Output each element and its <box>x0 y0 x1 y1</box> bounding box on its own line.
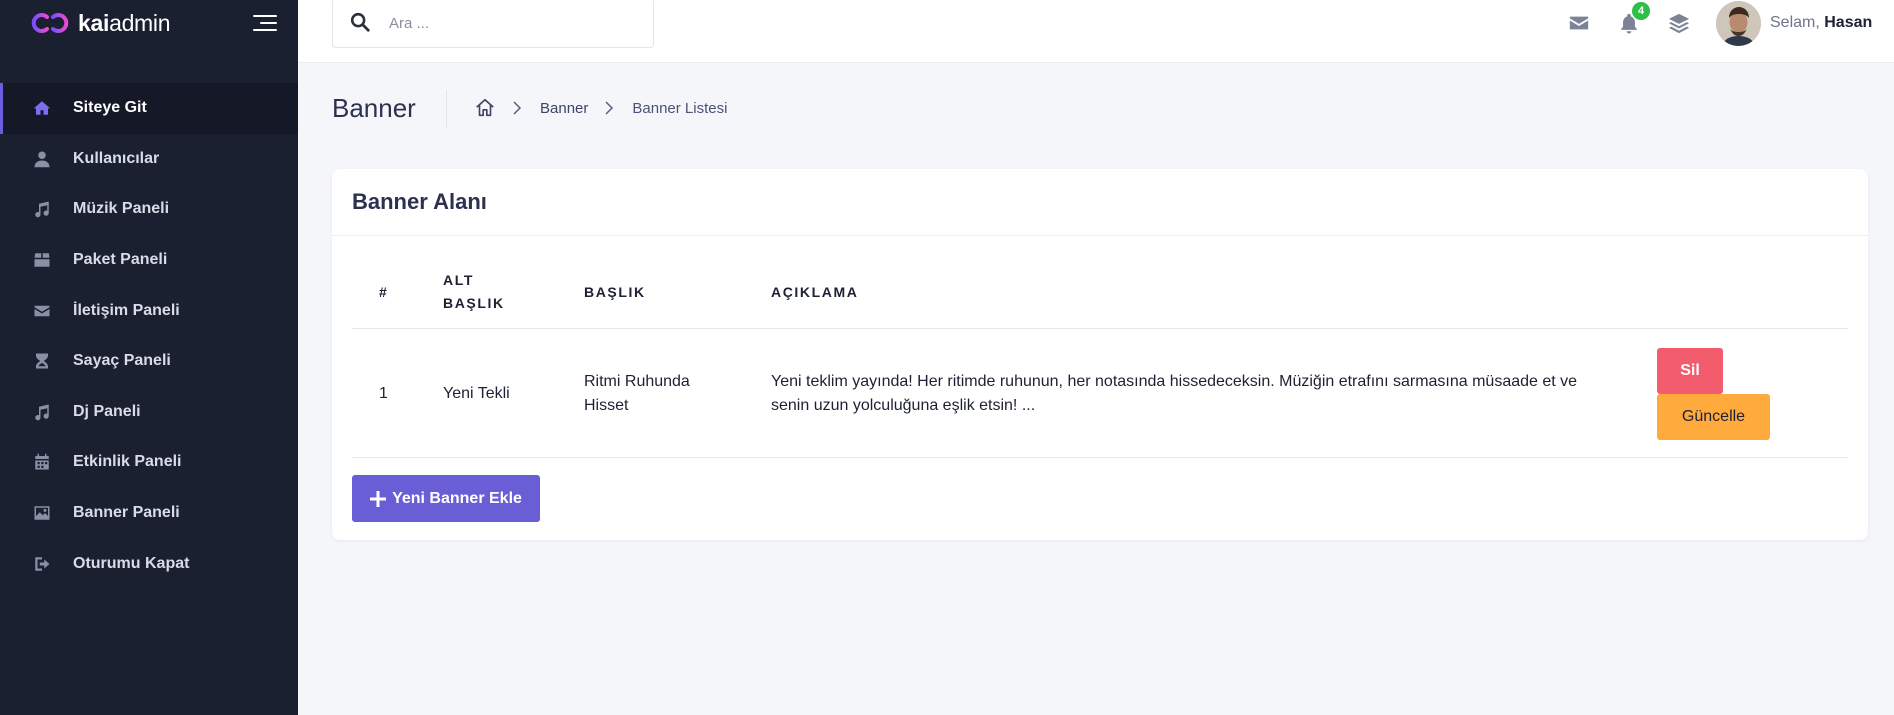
sidebar-item-label: Kullanıcılar <box>73 149 160 167</box>
calendar-icon <box>32 452 52 472</box>
hourglass-icon <box>32 351 52 371</box>
sidebar-item-sayac-paneli[interactable]: Sayaç Paneli <box>0 336 298 387</box>
sidebar-item-siteye-git[interactable]: Siteye Git <box>0 83 298 134</box>
chevron-right-icon <box>605 101 614 115</box>
sidebar-item-label: Dj Paneli <box>73 402 141 420</box>
home-icon <box>32 98 52 118</box>
sign-out-icon <box>32 554 52 574</box>
sidebar-item-kullanicilar[interactable]: Kullanıcılar <box>0 134 298 185</box>
title-divider <box>446 90 447 128</box>
delete-button[interactable]: Sil <box>1657 348 1723 394</box>
music-icon <box>32 402 52 422</box>
sidebar-item-label: Siteye Git <box>73 99 147 117</box>
breadcrumb-banner-listesi: Banner Listesi <box>632 99 728 117</box>
card-divider <box>332 235 1868 236</box>
sidebar-item-paket-paneli[interactable]: Paket Paneli <box>0 235 298 286</box>
search-icon[interactable] <box>349 11 371 33</box>
update-button[interactable]: Güncelle <box>1657 394 1770 440</box>
image-icon <box>32 503 52 523</box>
sidebar-item-oturumu-kapat[interactable]: Oturumu Kapat <box>0 538 298 589</box>
sidebar-item-label: Etkinlik Paneli <box>73 453 182 471</box>
menu-toggle-icon[interactable] <box>253 15 277 31</box>
layers-icon[interactable] <box>1668 12 1690 34</box>
sidebar-item-label: Sayaç Paneli <box>73 352 171 370</box>
chevron-right-icon <box>513 101 522 115</box>
notification-badge: 4 <box>1632 2 1650 20</box>
home-outline-icon[interactable] <box>474 97 496 119</box>
breadcrumb-banner[interactable]: Banner <box>540 100 588 117</box>
avatar[interactable] <box>1716 1 1761 46</box>
user-greeting[interactable]: Selam, Hasan <box>1770 14 1872 32</box>
logo[interactable]: kaiadmin <box>28 9 171 36</box>
column-header-description: AÇIKLAMA <box>771 284 859 300</box>
sidebar-item-label: İletişim Paneli <box>73 301 180 319</box>
row-description: Yeni teklim yayında! Her ritimde ruhunun… <box>771 373 1578 414</box>
search-box <box>332 0 654 48</box>
sidebar-nav: Siteye Git Kullanıcılar Müzik Paneli Pak… <box>0 83 298 589</box>
header-divider <box>352 328 1848 329</box>
row-title: Ritmi Ruhunda Hisset <box>584 373 690 414</box>
column-header-subtitle: ALT BAŞLIK <box>443 272 505 311</box>
box-icon <box>32 250 52 270</box>
banner-card: Banner Alanı # ALT BAŞLIK BAŞLIK AÇIKLAM… <box>332 169 1868 540</box>
search-input[interactable] <box>389 11 639 35</box>
user-icon <box>32 149 52 169</box>
sidebar-item-label: Paket Paneli <box>73 251 168 269</box>
sidebar-item-dj-paneli[interactable]: Dj Paneli <box>0 387 298 438</box>
envelope-icon[interactable] <box>1568 12 1590 34</box>
user-avatar-icon <box>1716 1 1761 46</box>
sidebar-item-iletisim-paneli[interactable]: İletişim Paneli <box>0 285 298 336</box>
logo-icon <box>31 13 69 33</box>
sidebar-item-label: Oturumu Kapat <box>73 554 190 572</box>
column-header-index: # <box>379 284 389 300</box>
sidebar-item-banner-paneli[interactable]: Banner Paneli <box>0 488 298 539</box>
breadcrumb: Banner Banner Listesi <box>474 97 727 119</box>
page-title: Banner <box>332 93 416 123</box>
logo-text: kaiadmin <box>78 9 171 36</box>
row-index: 1 <box>379 385 388 402</box>
plus-icon <box>370 490 387 507</box>
column-header-title: BAŞLIK <box>584 284 646 300</box>
add-banner-button[interactable]: Yeni Banner Ekle <box>352 475 540 522</box>
add-banner-label: Yeni Banner Ekle <box>392 489 522 507</box>
topbar <box>298 0 1894 63</box>
row-subtitle: Yeni Tekli <box>443 385 510 402</box>
sidebar-item-label: Banner Paneli <box>73 504 180 522</box>
music-icon <box>32 199 52 219</box>
sidebar-item-etkinlik-paneli[interactable]: Etkinlik Paneli <box>0 437 298 488</box>
sidebar-item-muzik-paneli[interactable]: Müzik Paneli <box>0 184 298 235</box>
envelope-icon <box>32 301 52 321</box>
sidebar: kaiadmin Siteye Git Kullanıcılar Müzik P… <box>0 0 298 715</box>
row-divider <box>352 457 1848 458</box>
card-title: Banner Alanı <box>352 189 487 214</box>
sidebar-item-label: Müzik Paneli <box>73 200 170 218</box>
